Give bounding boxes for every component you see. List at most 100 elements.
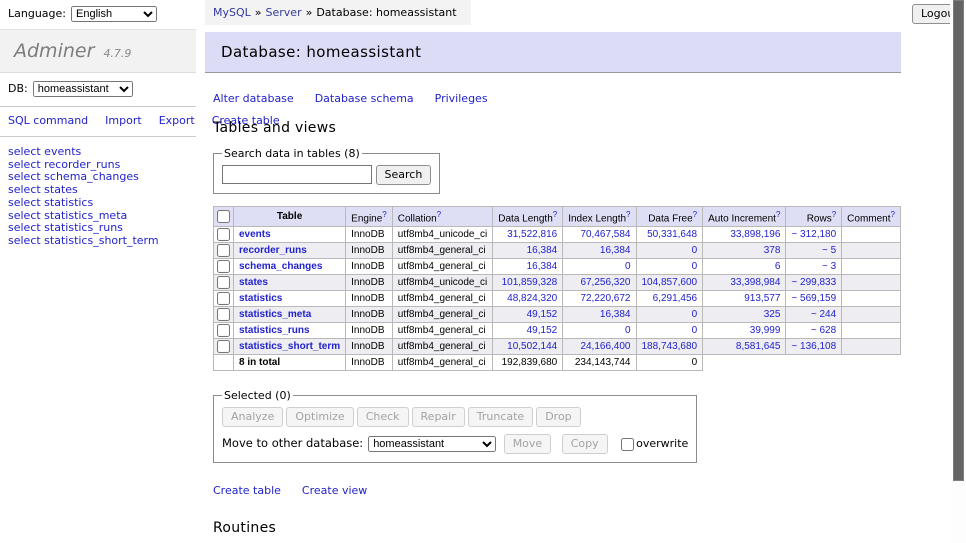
row-checkbox[interactable] — [217, 292, 230, 305]
data-length-link[interactable]: 16,384 — [527, 261, 558, 272]
sidebar-select-recorder-runs[interactable]: select recorder_runs — [8, 158, 120, 171]
index-length-link[interactable]: 24,166,400 — [580, 341, 630, 352]
rows-link[interactable]: ~ 244 — [811, 309, 836, 320]
rows-link[interactable]: ~ 136,108 — [791, 341, 836, 352]
index-length-link[interactable]: 67,256,320 — [580, 277, 630, 288]
data-free-link[interactable]: 50,331,648 — [647, 229, 697, 240]
index-length-link[interactable]: 70,467,584 — [580, 229, 630, 240]
overwrite-checkbox[interactable] — [621, 438, 634, 451]
column-help-link[interactable]: ? — [553, 210, 557, 219]
column-help-link[interactable]: ? — [693, 210, 697, 219]
auto-increment-link[interactable]: 39,999 — [750, 325, 781, 336]
rows-link[interactable]: ~ 3 — [822, 261, 836, 272]
column-help-link[interactable]: ? — [382, 210, 386, 219]
column-help-link[interactable]: ? — [626, 210, 630, 219]
db-link-alter-database[interactable]: Alter database — [213, 92, 294, 105]
sidebar-select-statistics-short-term[interactable]: select statistics_short_term — [8, 234, 159, 247]
breadcrumb-link-mysql[interactable]: MySQL — [213, 6, 251, 19]
table-link-schema-changes[interactable]: schema_changes — [239, 261, 322, 272]
index-length-link[interactable]: 72,220,672 — [580, 293, 630, 304]
auto-increment-link[interactable]: 325 — [764, 309, 781, 320]
column-help-link[interactable]: ? — [437, 210, 441, 219]
sidebar-select-states[interactable]: select states — [8, 183, 78, 196]
data-free-link[interactable]: 0 — [692, 309, 698, 320]
db-link-database-schema[interactable]: Database schema — [315, 92, 414, 105]
data-free-link[interactable]: 0 — [692, 261, 698, 272]
row-checkbox[interactable] — [217, 244, 230, 257]
data-free-link[interactable]: 6,291,456 — [653, 293, 698, 304]
column-help-link[interactable]: ? — [832, 210, 836, 219]
row-checkbox[interactable] — [217, 276, 230, 289]
language-select[interactable]: English — [71, 6, 157, 22]
data-free-link[interactable]: 0 — [692, 325, 698, 336]
row-checkbox[interactable] — [217, 228, 230, 241]
repair-button[interactable]: Repair — [412, 407, 465, 427]
data-length-link[interactable]: 101,859,328 — [502, 277, 558, 288]
db-link-privileges[interactable]: Privileges — [435, 92, 488, 105]
vertical-scrollbar[interactable] — [950, 0, 966, 543]
drop-button[interactable]: Drop — [536, 407, 580, 427]
select-all-checkbox[interactable] — [217, 210, 230, 223]
data-free-link[interactable]: 188,743,680 — [642, 341, 698, 352]
copy-button[interactable]: Copy — [562, 434, 608, 454]
sidebar-action-export[interactable]: Export — [159, 114, 195, 127]
auto-increment-link[interactable]: 378 — [764, 245, 781, 256]
table-link-states[interactable]: states — [239, 277, 268, 288]
auto-increment-link[interactable]: 6 — [775, 261, 781, 272]
move-db-select[interactable]: homeassistant — [368, 436, 496, 452]
rows-link[interactable]: ~ 569,159 — [791, 293, 836, 304]
rows-link[interactable]: ~ 628 — [811, 325, 836, 336]
data-length-link[interactable]: 48,824,320 — [507, 293, 557, 304]
move-button[interactable]: Move — [504, 434, 552, 454]
data-length-link[interactable]: 10,502,144 — [507, 341, 557, 352]
data-free-link[interactable]: 0 — [692, 245, 698, 256]
breadcrumb-link-server[interactable]: Server — [266, 6, 302, 19]
column-help-link[interactable]: ? — [776, 210, 780, 219]
optimize-button[interactable]: Optimize — [286, 407, 353, 427]
row-checkbox[interactable] — [217, 340, 230, 353]
auto-increment-link[interactable]: 913,577 — [744, 293, 780, 304]
sidebar-select-statistics[interactable]: select statistics — [8, 196, 93, 209]
index-length-link[interactable]: 16,384 — [600, 309, 631, 320]
sidebar-action-import[interactable]: Import — [105, 114, 142, 127]
index-length-link[interactable]: 0 — [625, 325, 631, 336]
row-checkbox[interactable] — [217, 324, 230, 337]
column-help-link[interactable]: ? — [891, 210, 895, 219]
scrollbar-thumb[interactable] — [953, 0, 964, 481]
table-link-statistics-short-term[interactable]: statistics_short_term — [239, 341, 340, 352]
rows-link[interactable]: ~ 5 — [822, 245, 836, 256]
index-length-link[interactable]: 0 — [625, 261, 631, 272]
auto-increment-link[interactable]: 8,581,645 — [736, 341, 781, 352]
data-free-link[interactable]: 104,857,600 — [642, 277, 698, 288]
data-length-link[interactable]: 16,384 — [527, 245, 558, 256]
db-select[interactable]: homeassistant — [33, 81, 133, 97]
table-link-recorder-runs[interactable]: recorder_runs — [239, 245, 307, 256]
table-link-statistics-meta[interactable]: statistics_meta — [239, 309, 311, 320]
row-checkbox[interactable] — [217, 260, 230, 273]
data-length-link[interactable]: 49,152 — [527, 325, 558, 336]
data-length-link[interactable]: 31,522,816 — [507, 229, 557, 240]
create-link-create-view[interactable]: Create view — [302, 484, 367, 497]
truncate-button[interactable]: Truncate — [468, 407, 533, 427]
analyze-button[interactable]: Analyze — [222, 407, 283, 427]
search-input[interactable] — [222, 165, 372, 184]
auto-increment-link[interactable]: 33,898,196 — [730, 229, 780, 240]
sidebar-action-sql-command[interactable]: SQL command — [8, 114, 88, 127]
table-row: schema_changesInnoDButf8mb4_general_ci16… — [214, 259, 901, 275]
check-button[interactable]: Check — [357, 407, 409, 427]
search-button[interactable]: Search — [376, 165, 432, 185]
create-link-create-table[interactable]: Create table — [213, 484, 281, 497]
index-length-link[interactable]: 16,384 — [600, 245, 631, 256]
rows-link[interactable]: ~ 312,180 — [791, 229, 836, 240]
sidebar-select-schema-changes[interactable]: select schema_changes — [8, 170, 139, 183]
sidebar-select-statistics-runs[interactable]: select statistics_runs — [8, 221, 123, 234]
table-link-statistics-runs[interactable]: statistics_runs — [239, 325, 310, 336]
table-link-statistics[interactable]: statistics — [239, 293, 282, 304]
rows-link[interactable]: ~ 299,833 — [791, 277, 836, 288]
auto-increment-link[interactable]: 33,398,984 — [730, 277, 780, 288]
row-checkbox[interactable] — [217, 308, 230, 321]
table-link-events[interactable]: events — [239, 229, 271, 240]
sidebar-select-statistics-meta[interactable]: select statistics_meta — [8, 209, 127, 222]
data-length-link[interactable]: 49,152 — [527, 309, 558, 320]
sidebar-select-events[interactable]: select events — [8, 145, 81, 158]
